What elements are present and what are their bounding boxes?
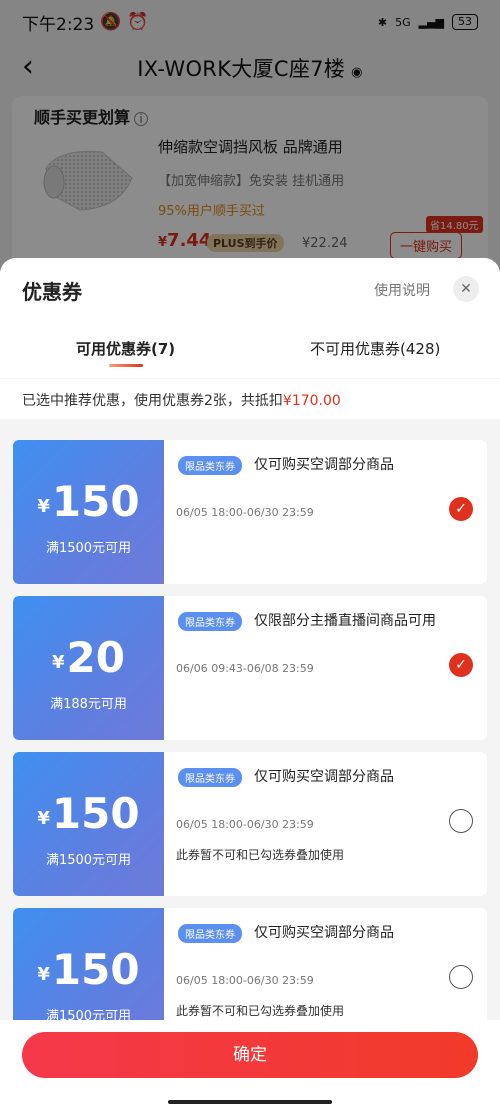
coupon-note: 此券暂不可和已勾选券叠加使用 — [176, 848, 345, 862]
usage-instructions-link[interactable]: 使用说明 — [374, 280, 430, 300]
coupon-scope: 仅限部分主播直播间商品可用 — [254, 613, 436, 629]
coupon-value-panel: ¥20 满188元可用 — [13, 596, 164, 740]
coupon-amount-value: 20 — [66, 633, 125, 682]
close-icon[interactable]: ✕ — [453, 276, 479, 302]
checked-icon[interactable]: ✓ — [449, 653, 473, 677]
background-page: 下午2:23 🔕 ⏰ ✱ 5G ▂▄▆ 53 ‹ IX-WORK大厦C座7楼 ◉ … — [0, 0, 500, 300]
coupon-validity: 06/05 18:00-06/30 23:59 — [176, 506, 314, 519]
coupon-amount: ¥150 — [13, 946, 164, 994]
coupon-note: 此券暂不可和已勾选券叠加使用 — [176, 1004, 345, 1018]
coupon-amount-value: 150 — [51, 789, 140, 838]
selection-summary: 已选中推荐优惠，使用优惠券2张，共抵扣¥170.00 — [0, 379, 500, 419]
yen-symbol: ¥ — [37, 808, 50, 829]
coupon-details: 限品类东券 仅限部分主播直播间商品可用 06/06 09:43-06/08 23… — [164, 596, 487, 740]
coupon-type-tag: 限品类东券 — [178, 924, 242, 943]
coupon-amount: ¥150 — [13, 478, 164, 526]
coupon-sheet: 优惠券 使用说明 ✕ 可用优惠券(7) 不可用优惠券(428) 已选中推荐优惠，… — [0, 258, 500, 1111]
coupon-details: 限品类东券 仅可购买空调部分商品 06/05 18:00-06/30 23:59… — [164, 908, 487, 1020]
coupon-condition: 满188元可用 — [50, 697, 127, 712]
confirm-button[interactable]: 确定 — [22, 1032, 478, 1078]
coupon-card[interactable]: ¥150 满1500元可用 限品类东券 仅可购买空调部分商品 06/05 18:… — [13, 752, 487, 896]
coupon-validity: 06/05 18:00-06/30 23:59 — [176, 818, 314, 831]
coupon-value-panel: ¥150 满1500元可用 — [13, 440, 164, 584]
coupon-condition: 满1500元可用 — [45, 853, 132, 868]
tab-available-coupons[interactable]: 可用优惠券(7) — [76, 338, 175, 359]
coupon-condition: 满1500元可用 — [45, 1009, 132, 1020]
summary-text: 已选中推荐优惠，使用优惠券2张，共抵扣 — [22, 393, 283, 409]
yen-symbol: ¥ — [37, 496, 50, 517]
coupon-list[interactable]: ¥150 满1500元可用 限品类东券 仅可购买空调部分商品 06/05 18:… — [0, 440, 500, 1020]
coupon-card[interactable]: ¥150 满1500元可用 限品类东券 仅可购买空调部分商品 06/05 18:… — [13, 908, 487, 1020]
unchecked-circle-icon[interactable] — [449, 965, 473, 989]
coupon-details: 限品类东券 仅可购买空调部分商品 06/05 18:00-06/30 23:59… — [164, 440, 487, 584]
coupon-type-tag: 限品类东券 — [178, 768, 242, 787]
sheet-header: 优惠券 使用说明 ✕ 可用优惠券(7) 不可用优惠券(428) — [0, 258, 500, 378]
coupon-validity: 06/05 18:00-06/30 23:59 — [176, 974, 314, 987]
tab-unavailable-coupons[interactable]: 不可用优惠券(428) — [310, 338, 440, 359]
coupon-condition: 满1500元可用 — [45, 541, 132, 556]
summary-amount: ¥170.00 — [282, 393, 341, 409]
coupon-card[interactable]: ¥150 满1500元可用 限品类东券 仅可购买空调部分商品 06/05 18:… — [13, 440, 487, 584]
home-indicator[interactable] — [168, 1100, 332, 1104]
coupon-scope: 仅可购买空调部分商品 — [254, 925, 394, 941]
coupon-card[interactable]: ¥20 满188元可用 限品类东券 仅限部分主播直播间商品可用 06/06 09… — [13, 596, 487, 740]
sheet-footer: 确定 — [0, 1020, 500, 1111]
coupon-type-tag: 限品类东券 — [178, 456, 242, 475]
yen-symbol: ¥ — [37, 964, 50, 985]
coupon-value-panel: ¥150 满1500元可用 — [13, 752, 164, 896]
coupon-validity: 06/06 09:43-06/08 23:59 — [176, 662, 314, 675]
coupon-type-tag: 限品类东券 — [178, 612, 242, 631]
coupon-amount-value: 150 — [51, 945, 140, 994]
unchecked-circle-icon[interactable] — [449, 809, 473, 833]
yen-symbol: ¥ — [52, 652, 65, 673]
coupon-value-panel: ¥150 满1500元可用 — [13, 908, 164, 1020]
coupon-amount: ¥20 — [13, 634, 164, 682]
coupon-amount: ¥150 — [13, 790, 164, 838]
coupon-scope: 仅可购买空调部分商品 — [254, 457, 394, 473]
coupon-amount-value: 150 — [51, 477, 140, 526]
active-tab-indicator — [109, 364, 143, 367]
coupon-scope: 仅可购买空调部分商品 — [254, 769, 394, 785]
sheet-title: 优惠券 — [22, 280, 82, 304]
dim-overlay[interactable] — [0, 0, 500, 300]
coupon-details: 限品类东券 仅可购买空调部分商品 06/05 18:00-06/30 23:59… — [164, 752, 487, 896]
checked-icon[interactable]: ✓ — [449, 497, 473, 521]
